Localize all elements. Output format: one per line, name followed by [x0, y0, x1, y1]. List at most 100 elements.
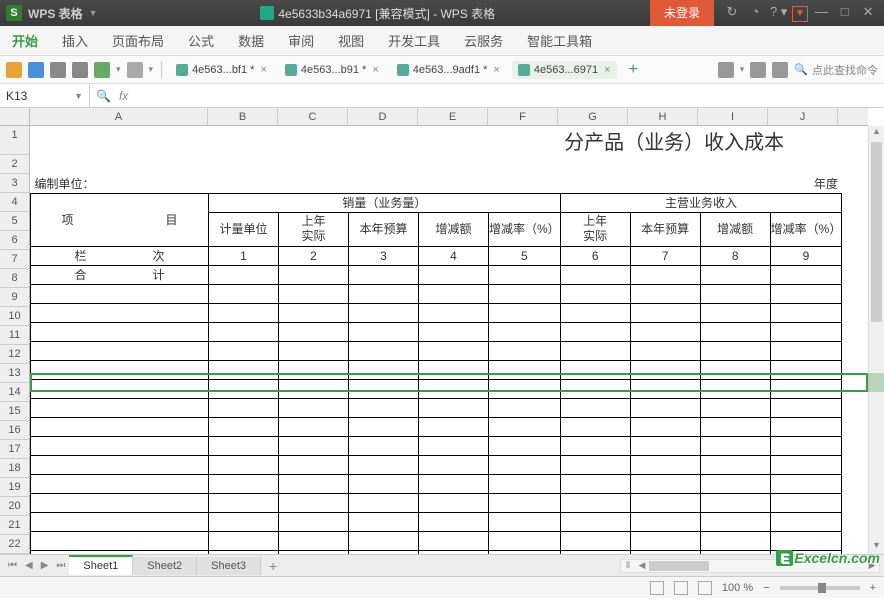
- redo-icon[interactable]: [127, 62, 143, 78]
- row-header-9[interactable]: 9: [0, 288, 29, 307]
- sheet-tab-2[interactable]: Sheet2: [133, 557, 197, 575]
- file-tab-1[interactable]: 4e563...b91 *×: [279, 61, 385, 79]
- new-tab-button[interactable]: +: [623, 61, 644, 79]
- undo-dd[interactable]: ▾: [116, 64, 121, 75]
- command-search[interactable]: 🔍 点此查找命令: [794, 62, 878, 78]
- row-header-15[interactable]: 15: [0, 402, 29, 421]
- menu-review[interactable]: 审阅: [288, 31, 314, 50]
- zoom-out-button[interactable]: −: [763, 582, 769, 594]
- zoom-slider[interactable]: [780, 586, 860, 590]
- row-header-14[interactable]: 14: [0, 383, 29, 402]
- col-header-B[interactable]: B: [208, 108, 278, 125]
- col-header-I[interactable]: I: [698, 108, 768, 125]
- col-header-H[interactable]: H: [628, 108, 698, 125]
- save-icon[interactable]: [28, 62, 44, 78]
- close-icon[interactable]: ×: [260, 64, 266, 76]
- row-header-21[interactable]: 21: [0, 516, 29, 535]
- col-header-G[interactable]: G: [558, 108, 628, 125]
- zoom-in-button[interactable]: +: [870, 582, 876, 594]
- row-header-2[interactable]: 2: [0, 155, 29, 174]
- formula-input[interactable]: [136, 89, 878, 103]
- sheet-nav-next-icon[interactable]: ▶: [37, 560, 53, 571]
- view-normal-icon[interactable]: [650, 581, 664, 595]
- row-header-19[interactable]: 19: [0, 478, 29, 497]
- file-tab-3[interactable]: 4e563...6971×: [512, 61, 617, 79]
- file-tab-2[interactable]: 4e563...9adf1 *×: [391, 61, 506, 79]
- menu-page-layout[interactable]: 页面布局: [112, 31, 164, 50]
- row-header-5[interactable]: 5: [0, 212, 29, 231]
- menu-devtools[interactable]: 开发工具: [388, 31, 440, 50]
- column-headers[interactable]: ABCDEFGHIJ: [30, 108, 868, 126]
- name-box[interactable]: K13 ▼: [0, 84, 90, 107]
- sheet-nav-prev-icon[interactable]: ◀: [21, 560, 37, 571]
- tool-icon-1[interactable]: [718, 62, 734, 78]
- tool-dd[interactable]: ▾: [740, 64, 745, 75]
- sheet-nav-last-icon[interactable]: ⏭: [52, 560, 69, 571]
- row-header-7[interactable]: 7: [0, 250, 29, 269]
- row-header-8[interactable]: 8: [0, 269, 29, 288]
- col-header-F[interactable]: F: [488, 108, 558, 125]
- select-all-corner[interactable]: [0, 108, 30, 126]
- menu-data[interactable]: 数据: [238, 31, 264, 50]
- menu-view[interactable]: 视图: [338, 31, 364, 50]
- close-button[interactable]: ✕: [858, 4, 878, 20]
- hscroll-split-icon[interactable]: ⦀: [621, 560, 635, 572]
- row-header-20[interactable]: 20: [0, 497, 29, 516]
- file-tab-0[interactable]: 4e563...bf1 *×: [170, 61, 273, 79]
- sync-icon[interactable]: ↻: [722, 4, 742, 20]
- col-header-E[interactable]: E: [418, 108, 488, 125]
- name-box-dd-icon[interactable]: ▼: [74, 91, 83, 101]
- app-dropdown-icon[interactable]: ▼: [89, 8, 98, 18]
- close-icon[interactable]: ×: [604, 64, 610, 76]
- row-header-4[interactable]: 4: [0, 193, 29, 212]
- sheet-nav-first-icon[interactable]: ⏮: [4, 560, 21, 571]
- scroll-thumb[interactable]: [871, 142, 882, 322]
- col-header-D[interactable]: D: [348, 108, 418, 125]
- row-header-11[interactable]: 11: [0, 326, 29, 345]
- menu-formula[interactable]: 公式: [188, 31, 214, 50]
- search-fx-icon[interactable]: 🔍: [96, 89, 111, 103]
- row-header-22[interactable]: 22: [0, 535, 29, 554]
- fx-icon[interactable]: fx: [119, 89, 128, 103]
- col-header-A[interactable]: A: [30, 108, 208, 125]
- row-header-13[interactable]: 13: [0, 364, 29, 383]
- row-header-16[interactable]: 16: [0, 421, 29, 440]
- sheet-tab-3[interactable]: Sheet3: [197, 557, 261, 575]
- row-header-10[interactable]: 10: [0, 307, 29, 326]
- row-header-1[interactable]: 1: [0, 126, 29, 155]
- tool-icon-3[interactable]: [772, 62, 788, 78]
- cells-area[interactable]: 分产品（业务）收入成本编制单位：年度项 目销量（业务量）主营业务收入计量单位上年…: [30, 126, 868, 554]
- tool-icon-2[interactable]: [750, 62, 766, 78]
- print-preview-icon[interactable]: [72, 62, 88, 78]
- zoom-label[interactable]: 100 %: [722, 582, 753, 594]
- add-sheet-button[interactable]: +: [261, 558, 285, 574]
- view-break-icon[interactable]: [698, 581, 712, 595]
- row-header-6[interactable]: 6: [0, 231, 29, 250]
- row-header-17[interactable]: 17: [0, 440, 29, 459]
- zoom-knob[interactable]: [818, 583, 826, 593]
- hscroll-thumb[interactable]: [649, 561, 709, 571]
- scroll-up-icon[interactable]: ▲: [869, 126, 884, 140]
- print-icon[interactable]: [50, 62, 66, 78]
- view-page-icon[interactable]: [674, 581, 688, 595]
- menu-cloud[interactable]: 云服务: [464, 31, 503, 50]
- row-header-18[interactable]: 18: [0, 459, 29, 478]
- hscroll-left-icon[interactable]: ◀: [635, 560, 649, 572]
- help-icon[interactable]: ? ▾: [769, 4, 789, 20]
- redo-dd[interactable]: ▾: [149, 64, 154, 75]
- sheet-tab-1[interactable]: Sheet1: [69, 555, 133, 575]
- vertical-scrollbar[interactable]: ▲ ▼: [868, 126, 884, 554]
- skin-icon[interactable]: ◔: [745, 4, 765, 19]
- row-header-12[interactable]: 12: [0, 345, 29, 364]
- maximize-button[interactable]: □: [835, 4, 855, 19]
- open-icon[interactable]: [6, 62, 22, 78]
- menu-insert[interactable]: 插入: [62, 31, 88, 50]
- minimize-button[interactable]: —: [811, 4, 831, 19]
- pin-icon[interactable]: ▼: [792, 6, 808, 22]
- col-header-J[interactable]: J: [768, 108, 838, 125]
- menu-start[interactable]: 开始: [12, 31, 38, 50]
- col-header-C[interactable]: C: [278, 108, 348, 125]
- close-icon[interactable]: ×: [372, 64, 378, 76]
- login-button[interactable]: 未登录: [650, 0, 714, 26]
- row-headers[interactable]: 12345678910111213141516171819202122: [0, 126, 30, 554]
